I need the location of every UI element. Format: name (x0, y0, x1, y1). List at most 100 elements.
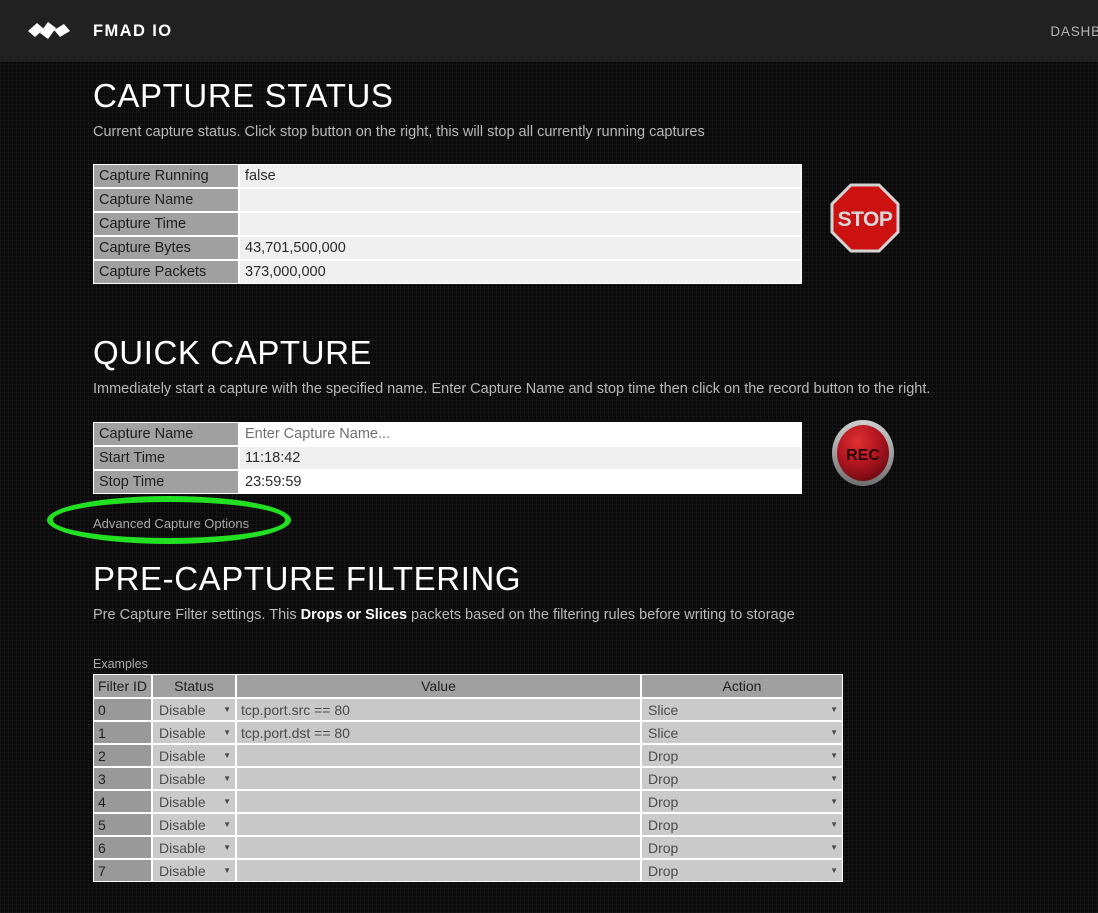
filter-value-input[interactable] (236, 767, 641, 791)
filter-status-select[interactable]: Disable ▼ (152, 744, 236, 768)
capture-status-subtitle: Current capture status. Click stop butto… (93, 124, 705, 140)
chevron-down-icon: ▼ (223, 750, 231, 760)
select-value: Disable (159, 839, 206, 856)
filter-value-input[interactable]: tcp.port.src == 80 (236, 698, 641, 722)
pre-capture-filtering-subtitle: Pre Capture Filter settings. This Drops … (93, 607, 1098, 624)
filter-action-select[interactable]: Drop ▼ (641, 744, 843, 768)
select-value: Drop (648, 816, 679, 833)
chevron-down-icon: ▼ (830, 819, 838, 829)
brand-logo-group[interactable]: FMAD IO (26, 20, 172, 42)
chevron-down-icon: ▼ (223, 727, 231, 737)
filter-action-select[interactable]: Drop ▼ (641, 767, 843, 791)
filter-id-cell: 5 (93, 813, 152, 837)
filter-id-cell: 0 (93, 698, 152, 722)
filter-value-input[interactable] (236, 836, 641, 860)
chevron-down-icon: ▼ (223, 704, 231, 714)
table-row: 0 Disable ▼ tcp.port.src == 80 Slice ▼ (93, 698, 843, 722)
row-value (239, 212, 802, 237)
filter-id-cell: 4 (93, 790, 152, 814)
table-row: 7 Disable ▼ Drop ▼ (93, 859, 843, 883)
table-row: 6 Disable ▼ Drop ▼ (93, 836, 843, 860)
svg-text:STOP: STOP (838, 208, 893, 231)
chevron-down-icon: ▼ (223, 773, 231, 783)
row-label: Capture Name (93, 421, 239, 446)
quick-capture-subtitle: Immediately start a capture with the spe… (93, 381, 931, 398)
row-label: Capture Name (93, 188, 239, 213)
row-label: Stop Time (93, 469, 239, 494)
filter-action-select[interactable]: Drop ▼ (641, 859, 843, 883)
table-row: Start Time 11:18:42 (93, 445, 802, 470)
column-header-action: Action (641, 674, 843, 699)
capture-name-input[interactable]: Enter Capture Name... (239, 421, 802, 446)
row-value: 373,000,000 (239, 260, 802, 285)
advanced-capture-options-link[interactable]: Advanced Capture Options (93, 516, 249, 531)
quick-capture-section: QUICK CAPTURE Immediately start a captur… (0, 336, 1098, 544)
table-row: Capture Packets 373,000,000 (93, 260, 802, 285)
row-label: Capture Bytes (93, 236, 239, 261)
start-time-input[interactable]: 11:18:42 (239, 445, 802, 470)
stop-time-input[interactable]: 23:59:59 (239, 469, 802, 494)
table-row: Capture Name Enter Capture Name... (93, 421, 802, 446)
filter-status-select[interactable]: Disable ▼ (152, 698, 236, 722)
chevron-down-icon: ▼ (223, 796, 231, 806)
capture-status-section: CAPTURE STATUS Current capture status. C… (0, 62, 1098, 285)
select-value: Drop (648, 793, 679, 810)
fmad-blades-logo-icon (28, 22, 70, 39)
filter-status-select[interactable]: Disable ▼ (152, 813, 236, 837)
filter-value-input[interactable] (236, 859, 641, 883)
filter-value-input[interactable] (236, 744, 641, 768)
filter-status-select[interactable]: Disable ▼ (152, 767, 236, 791)
brand-name-label: FMAD IO (93, 21, 173, 40)
table-header-row: Filter ID Status Value Action (93, 674, 843, 699)
nav-item-dashboard[interactable]: DASHBOA (1050, 24, 1098, 39)
filter-status-select[interactable]: Disable ▼ (152, 859, 236, 883)
filter-value-input[interactable] (236, 790, 641, 814)
column-header-status: Status (152, 674, 236, 699)
filter-action-select[interactable]: Slice ▼ (641, 721, 843, 745)
pre-capture-filter-table: Filter ID Status Value Action 0 Disable ▼… (93, 674, 843, 883)
filter-status-select[interactable]: Disable ▼ (152, 721, 236, 745)
filter-id-cell: 1 (93, 721, 152, 745)
row-value: false (239, 164, 802, 189)
filter-action-select[interactable]: Drop ▼ (641, 790, 843, 814)
table-row: Capture Name (93, 188, 802, 213)
filter-status-select[interactable]: Disable ▼ (152, 790, 236, 814)
filter-action-select[interactable]: Drop ▼ (641, 813, 843, 837)
chevron-down-icon: ▼ (830, 727, 838, 737)
select-value: Disable (159, 816, 206, 833)
row-label: Capture Running (93, 164, 239, 189)
chevron-down-icon: ▼ (223, 865, 231, 875)
column-header-value: Value (236, 674, 641, 699)
examples-label: Examples (93, 657, 148, 672)
table-row: 4 Disable ▼ Drop ▼ (93, 790, 843, 814)
record-capture-button[interactable]: REC (830, 418, 896, 488)
row-value (239, 188, 802, 213)
select-value: Drop (648, 862, 679, 879)
filter-action-select[interactable]: Slice ▼ (641, 698, 843, 722)
quick-capture-table: Capture Name Enter Capture Name... Start… (93, 421, 802, 494)
top-header-bar: FMAD IO DASHBOA (0, 0, 1098, 62)
filter-table-body: 0 Disable ▼ tcp.port.src == 80 Slice ▼ 1 D… (93, 698, 843, 883)
chevron-down-icon: ▼ (223, 842, 231, 852)
table-row: Stop Time 23:59:59 (93, 469, 802, 494)
table-row: Capture Bytes 43,701,500,000 (93, 236, 802, 261)
chevron-down-icon: ▼ (830, 865, 838, 875)
filter-status-select[interactable]: Disable ▼ (152, 836, 236, 860)
pre-capture-filtering-section: PRE-CAPTURE FILTERING Pre Capture Filter… (0, 562, 1098, 883)
stop-capture-button[interactable]: STOP (830, 183, 900, 253)
chevron-down-icon: ▼ (830, 704, 838, 714)
subtitle-emphasis: Drops or Slices (300, 606, 408, 623)
subtitle-part-after: packets based on the filtering rules bef… (407, 606, 795, 623)
filter-action-select[interactable]: Drop ▼ (641, 836, 843, 860)
chevron-down-icon: ▼ (223, 819, 231, 829)
row-label: Start Time (93, 445, 239, 470)
row-label: Capture Packets (93, 260, 239, 285)
filter-value-input[interactable]: tcp.port.dst == 80 (236, 721, 641, 745)
table-row: Capture Running false (93, 164, 802, 189)
select-value: Disable (159, 770, 206, 787)
table-row: 3 Disable ▼ Drop ▼ (93, 767, 843, 791)
filter-value-input[interactable] (236, 813, 641, 837)
filter-id-cell: 3 (93, 767, 152, 791)
select-value: Disable (159, 793, 206, 810)
select-value: Disable (159, 724, 206, 741)
